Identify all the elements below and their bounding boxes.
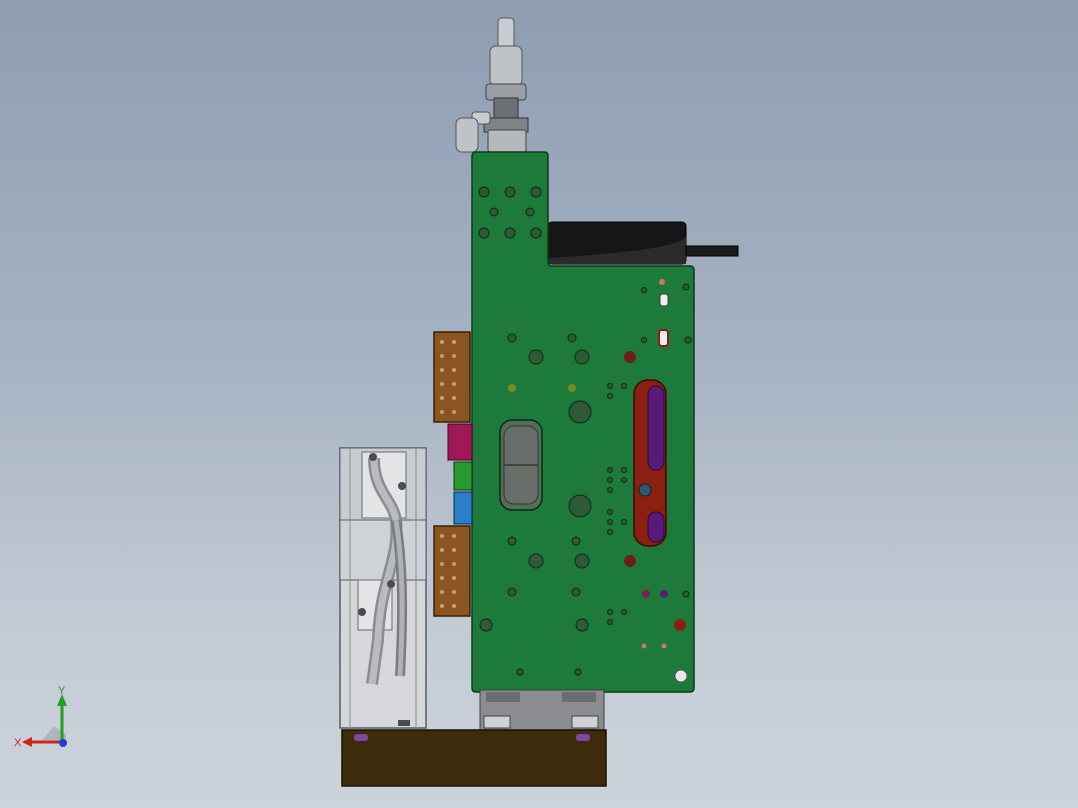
cylinder-actuator[interactable] bbox=[547, 221, 739, 265]
x-axis-label: X bbox=[14, 737, 22, 749]
guide-blocks bbox=[447, 423, 473, 525]
x-axis-arrowhead bbox=[22, 737, 32, 747]
cad-model-view[interactable] bbox=[0, 0, 1078, 808]
lower-actuator-body bbox=[479, 689, 605, 733]
z-axis-dot bbox=[59, 739, 67, 747]
marker-hole-red bbox=[624, 351, 636, 363]
red-adjust-slot bbox=[633, 379, 667, 547]
axis-triad: Y X bbox=[14, 685, 67, 749]
upper-left-bracket[interactable] bbox=[433, 331, 471, 423]
center-slot bbox=[499, 419, 543, 511]
marker-hole-top bbox=[659, 279, 665, 285]
top-nozzle-fitting[interactable] bbox=[483, 17, 529, 153]
white-pin bbox=[674, 669, 688, 683]
marker-hole-darkred bbox=[674, 619, 686, 631]
cad-viewport[interactable]: Y X bbox=[0, 0, 1078, 808]
marker-hole-tan-2 bbox=[661, 643, 667, 649]
servo-motor[interactable] bbox=[339, 447, 427, 729]
marker-hole-olive-right bbox=[568, 384, 576, 392]
white-pin-small bbox=[659, 293, 669, 307]
marker-hole-tan bbox=[641, 643, 647, 649]
marker-hole-purple bbox=[660, 590, 668, 598]
marker-hole-red-lower bbox=[624, 555, 636, 567]
y-axis-label: Y bbox=[58, 685, 66, 697]
marker-hole-pink bbox=[642, 590, 650, 598]
red-ring-pin bbox=[658, 329, 669, 347]
base-block[interactable] bbox=[341, 729, 607, 787]
lower-left-bracket[interactable] bbox=[433, 525, 471, 617]
marker-hole-olive-left bbox=[508, 384, 516, 392]
